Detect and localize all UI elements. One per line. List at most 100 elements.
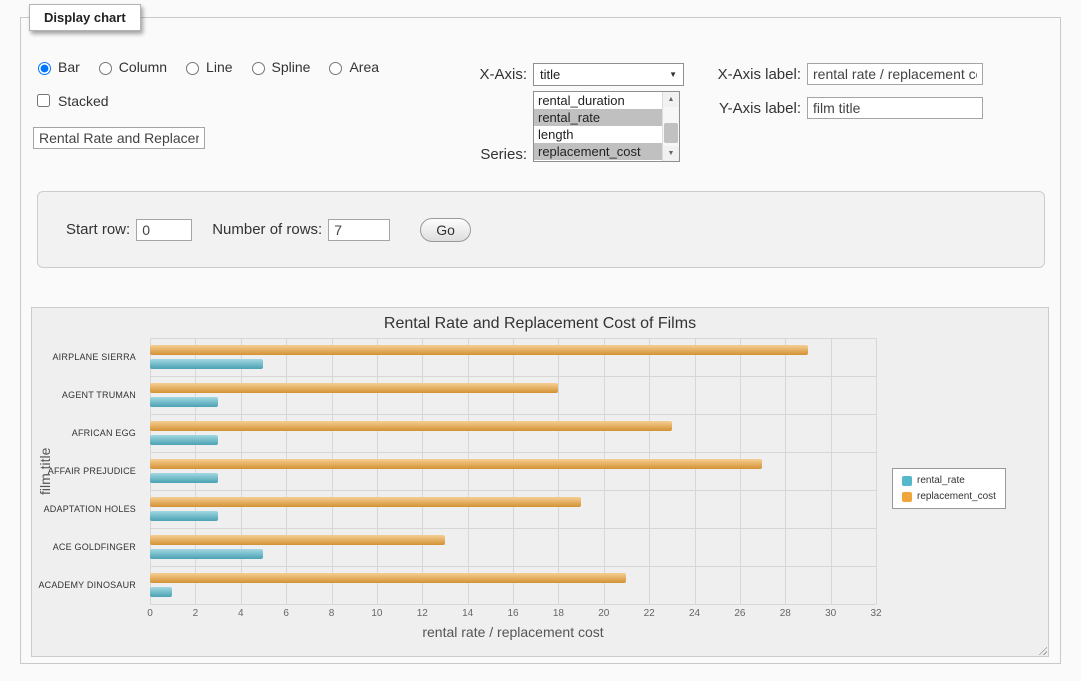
- rows-panel: Start row: Number of rows: Go: [37, 191, 1045, 268]
- chart-title-input[interactable]: [33, 127, 205, 149]
- x-axis-label-input[interactable]: [807, 63, 983, 85]
- bar-rental_rate[interactable]: [150, 549, 263, 559]
- bar-group: [150, 452, 876, 490]
- legend-label: rental_rate: [917, 475, 965, 486]
- legend-item-replacement_cost[interactable]: replacement_cost: [902, 491, 996, 502]
- category-label: AIRPLANE SIERRA: [32, 338, 144, 376]
- bar-rental_rate[interactable]: [150, 397, 218, 407]
- bar-rental_rate[interactable]: [150, 435, 218, 445]
- bar-group: [150, 566, 876, 604]
- stacked-row: Stacked: [33, 91, 109, 110]
- stacked-checkbox[interactable]: [37, 94, 50, 107]
- y-axis-label-label: Y-Axis label:: [649, 97, 801, 120]
- bar-rental_rate[interactable]: [150, 587, 172, 597]
- x-tick-label: 32: [870, 608, 881, 619]
- x-tick-label: 24: [689, 608, 700, 619]
- page: Display chart Bar Column Line Spline Area St…: [0, 0, 1081, 681]
- bar-replacement_cost[interactable]: [150, 345, 808, 355]
- series-select-label: Series:: [421, 143, 527, 166]
- chart-panel: Rental Rate and Replacement Cost of Film…: [31, 307, 1049, 657]
- stacked-label: Stacked: [58, 93, 109, 109]
- chart-type-radio-line[interactable]: [186, 62, 199, 75]
- chart-type-radio-column[interactable]: [99, 62, 112, 75]
- bar-group: [150, 338, 876, 376]
- x-axis-selected-value: title: [540, 67, 560, 82]
- bar-replacement_cost[interactable]: [150, 421, 672, 431]
- chart-type-option-area[interactable]: Area: [324, 59, 379, 75]
- chart-type-option-label: Bar: [58, 59, 80, 75]
- resize-handle-icon[interactable]: [1036, 644, 1047, 655]
- x-axis-label-label: X-Axis label:: [649, 63, 801, 86]
- chart-type-option-bar[interactable]: Bar: [33, 59, 80, 75]
- bar-group: [150, 376, 876, 414]
- plot-area: [150, 338, 876, 604]
- scroll-down-icon[interactable]: ▼: [663, 146, 679, 161]
- x-tick-label: 18: [553, 608, 564, 619]
- x-tick-label: 4: [238, 608, 244, 619]
- x-tick-label: 6: [283, 608, 289, 619]
- bar-replacement_cost[interactable]: [150, 535, 445, 545]
- x-tick-label: 22: [644, 608, 655, 619]
- x-tick-label: 12: [417, 608, 428, 619]
- category-label: ACADEMY DINOSAUR: [32, 566, 144, 604]
- bar-replacement_cost[interactable]: [150, 573, 626, 583]
- bar-group: [150, 414, 876, 452]
- chart-type-option-spline[interactable]: Spline: [247, 59, 311, 75]
- gridline-vertical: [876, 338, 877, 604]
- x-tick-label: 20: [598, 608, 609, 619]
- series-option-replacement_cost[interactable]: replacement_cost: [534, 143, 662, 160]
- chart-type-radio-area[interactable]: [329, 62, 342, 75]
- fieldset-legend: Display chart: [29, 4, 141, 31]
- x-tick-label: 14: [462, 608, 473, 619]
- chart-type-radio-spline[interactable]: [252, 62, 265, 75]
- category-label: ADAPTATION HOLES: [32, 490, 144, 528]
- bar-group: [150, 490, 876, 528]
- bar-replacement_cost[interactable]: [150, 459, 762, 469]
- chart-legend: rental_rate replacement_cost: [892, 468, 1006, 509]
- series-option-length[interactable]: length: [534, 126, 662, 143]
- number-of-rows-input[interactable]: [328, 219, 390, 241]
- chart-type-option-label: Area: [349, 59, 379, 75]
- scroll-thumb[interactable]: [664, 123, 678, 143]
- chart-type-option-line[interactable]: Line: [181, 59, 232, 75]
- category-label: ACE GOLDFINGER: [32, 528, 144, 566]
- y-axis-label-input[interactable]: [807, 97, 983, 119]
- bar-replacement_cost[interactable]: [150, 383, 558, 393]
- x-tick-label: 16: [507, 608, 518, 619]
- display-chart-fieldset: Display chart Bar Column Line Spline Area St…: [20, 4, 1061, 664]
- number-of-rows-label: Number of rows:: [212, 221, 322, 238]
- x-axis-select-label: X-Axis:: [421, 63, 527, 86]
- legend-swatch: [902, 476, 912, 486]
- series-option-rental_duration[interactable]: rental_duration: [534, 92, 662, 109]
- chart-type-option-label: Spline: [272, 59, 311, 75]
- chart-title: Rental Rate and Replacement Cost of Film…: [32, 315, 1048, 333]
- legend-label: replacement_cost: [917, 491, 996, 502]
- legend-item-rental_rate[interactable]: rental_rate: [902, 475, 996, 486]
- bar-rental_rate[interactable]: [150, 473, 218, 483]
- x-axis-ticks: 02468101214161820222426283032: [150, 608, 876, 622]
- x-tick-label: 8: [329, 608, 335, 619]
- chart-type-radio-bar[interactable]: [38, 62, 51, 75]
- series-option-rental_rate[interactable]: rental_rate: [534, 109, 662, 126]
- category-label: AGENT TRUMAN: [32, 376, 144, 414]
- x-tick-label: 10: [371, 608, 382, 619]
- chart-type-option-column[interactable]: Column: [94, 59, 167, 75]
- category-labels: AIRPLANE SIERRAAGENT TRUMANAFRICAN EGGAF…: [32, 338, 144, 604]
- bar-rental_rate[interactable]: [150, 359, 263, 369]
- x-tick-label: 2: [193, 608, 199, 619]
- start-row-label: Start row:: [66, 221, 130, 238]
- gridline-horizontal: [150, 604, 876, 605]
- series-options-list: rental_durationrental_ratelengthreplacem…: [534, 92, 662, 161]
- chart-type-option-label: Line: [206, 59, 232, 75]
- go-button[interactable]: Go: [420, 218, 471, 242]
- bar-rental_rate[interactable]: [150, 511, 218, 521]
- x-axis-title: rental rate / replacement cost: [150, 624, 876, 640]
- x-tick-label: 0: [147, 608, 153, 619]
- category-label: AFFAIR PREJUDICE: [32, 452, 144, 490]
- bar-replacement_cost[interactable]: [150, 497, 581, 507]
- fieldset-content: BarColumnLineSplineArea Stacked X-Axis: …: [21, 31, 1060, 663]
- category-label: AFRICAN EGG: [32, 414, 144, 452]
- x-tick-label: 28: [780, 608, 791, 619]
- start-row-input[interactable]: [136, 219, 192, 241]
- chart-type-radio-group: Bar Column Line Spline Area: [33, 59, 379, 75]
